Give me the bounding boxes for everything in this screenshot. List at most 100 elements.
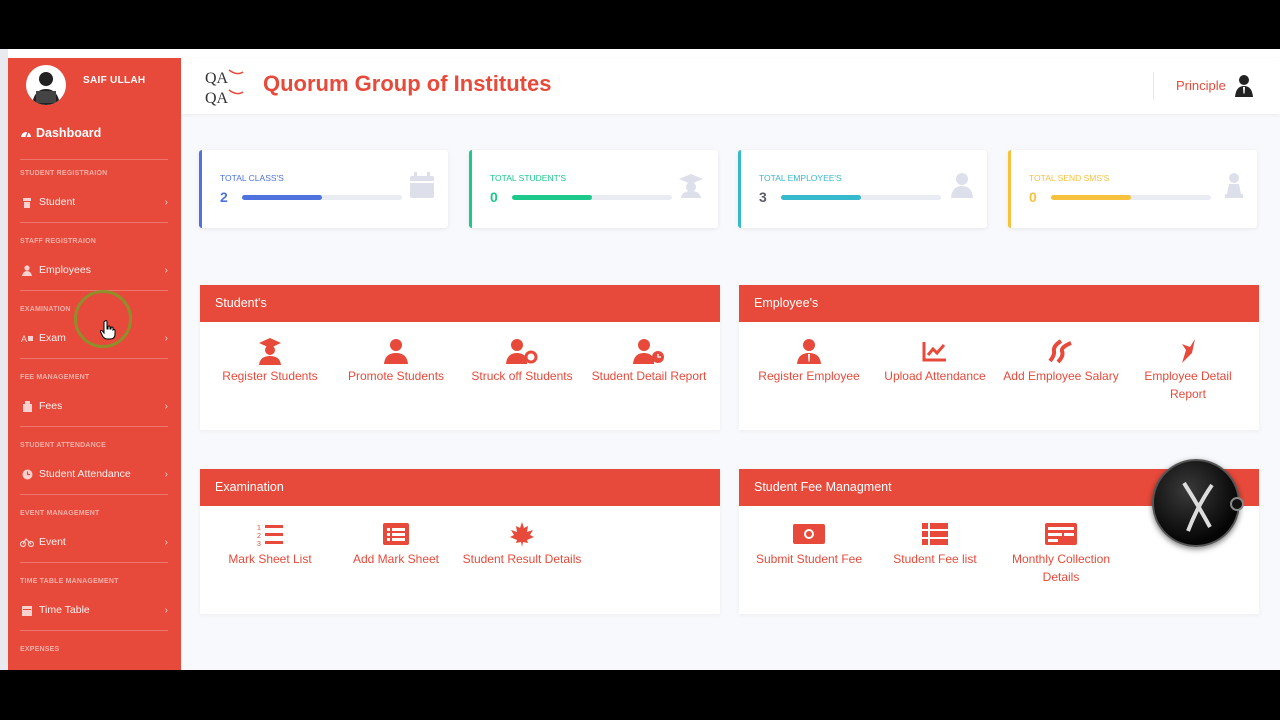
- add-mark-sheet-link[interactable]: Add Mark Sheet: [336, 520, 456, 568]
- sidebar-item-employees[interactable]: Employees ›: [20, 261, 168, 279]
- chevron-right-icon: ›: [164, 468, 168, 480]
- section-title-expenses: EXPENSES: [20, 646, 60, 653]
- sidebar-item-student-attendance[interactable]: Student Attendance ›: [20, 465, 168, 483]
- section-title-fee: FEE MANAGEMENT: [20, 374, 90, 381]
- knob-icon: [1230, 497, 1244, 511]
- struck-off-students-link[interactable]: Struck off Students: [462, 337, 582, 385]
- app-window: SAIF ULLAH Dashboard STUDENT REGISTRAION…: [0, 49, 1280, 670]
- stat-card-students[interactable]: TOTAL STUDENT'S 0: [469, 150, 718, 228]
- tile-label: Register Students: [222, 369, 318, 383]
- top-bar: [8, 49, 1280, 58]
- feather-icon: [1128, 337, 1248, 365]
- canadian-maple-leaf-icon: [462, 520, 582, 548]
- user-icon: [20, 264, 34, 276]
- divider: [20, 222, 168, 223]
- brand-title: Quorum Group of Institutes: [263, 71, 552, 96]
- chevron-right-icon: ›: [164, 604, 168, 616]
- stat-label: TOTAL SEND SMS'S: [1029, 173, 1110, 183]
- progress-bar: [512, 195, 672, 200]
- user-profile[interactable]: SAIF ULLAH: [8, 58, 181, 114]
- chess-pawn-icon: [1225, 172, 1243, 203]
- divider: [20, 358, 168, 359]
- upload-attendance-link[interactable]: Upload Attendance: [875, 337, 995, 385]
- student-result-details-link[interactable]: Student Result Details: [462, 520, 582, 568]
- money-bill-icon: [749, 520, 869, 548]
- students-panel: Student's Register Students Promote Stud…: [200, 285, 720, 430]
- hand-cursor-icon: [99, 320, 116, 345]
- sidebar-item-event[interactable]: Event ›: [20, 533, 168, 551]
- user-tie-icon: [951, 172, 973, 203]
- tile-label: Upload Attendance: [884, 369, 986, 383]
- user-role[interactable]: Principle: [1176, 78, 1226, 93]
- sidebar-item-fees[interactable]: Fees ›: [20, 397, 168, 415]
- user-tie-icon: [749, 337, 869, 365]
- tile-label: Add Mark Sheet: [352, 552, 440, 566]
- user-name: SAIF ULLAH: [83, 75, 146, 86]
- user-graduate-icon: [210, 337, 330, 365]
- user-clock-icon: [589, 337, 709, 365]
- chevron-right-icon: ›: [164, 264, 168, 276]
- submit-student-fee-link[interactable]: Submit Student Fee: [749, 520, 869, 568]
- stat-value: 2: [220, 189, 228, 205]
- stat-value: 0: [490, 189, 498, 205]
- brand-logo[interactable]: QA QA: [203, 66, 249, 108]
- tile-label: Mark Sheet List: [228, 552, 312, 566]
- tile-label: Register Employee: [758, 369, 860, 383]
- avatar: [26, 65, 66, 105]
- sidebar-item-label: Event: [39, 536, 66, 548]
- tile-label: Struck off Students: [471, 369, 573, 383]
- tile-label: Employee Detail Report: [1144, 369, 1232, 401]
- list-ol-icon: 123: [210, 520, 330, 548]
- sidebar-item-time-table[interactable]: Time Table ›: [20, 601, 168, 619]
- receipt-icon: [1001, 520, 1121, 548]
- stat-label: TOTAL CLASS'S: [220, 173, 284, 183]
- tile-label: Student Detail Report: [591, 369, 707, 383]
- stat-card-sms[interactable]: TOTAL SEND SMS'S 0: [1008, 150, 1257, 228]
- section-title-student: STUDENT REGISTRAION: [20, 170, 108, 177]
- student-fee-list-link[interactable]: Student Fee list: [875, 520, 995, 568]
- sidebar-item-label: Time Table: [39, 604, 90, 616]
- topbar: QA QA Quorum Group of Institutes Princip…: [181, 58, 1280, 114]
- clock-icon: [20, 468, 34, 480]
- monthly-collection-details-link[interactable]: Monthly Collection Details: [1001, 520, 1121, 586]
- examination-panel: Examination 123 Mark Sheet List Add Mark…: [200, 469, 720, 614]
- overlay-x-logo[interactable]: [1152, 459, 1244, 547]
- svg-text:QA: QA: [205, 90, 229, 107]
- sidebar-item-label: Student Attendance: [39, 468, 131, 480]
- divider: [20, 159, 168, 160]
- chevron-right-icon: ›: [164, 196, 168, 208]
- register-students-link[interactable]: Register Students: [210, 337, 330, 385]
- stat-label: TOTAL EMPLOYEE'S: [759, 173, 842, 183]
- sidebar-item-student[interactable]: Student ›: [20, 193, 168, 211]
- tile-label: Monthly Collection Details: [1011, 552, 1111, 584]
- exam-icon: A: [20, 332, 34, 344]
- stat-label: TOTAL STUDENT'S: [490, 173, 567, 183]
- student-detail-report-link[interactable]: Student Detail Report: [589, 337, 709, 385]
- chart-line-icon: [875, 337, 995, 365]
- progress-bar: [242, 195, 402, 200]
- section-title-attendance: STUDENT ATTENDANCE: [20, 442, 107, 449]
- promote-students-link[interactable]: Promote Students: [336, 337, 456, 385]
- sidebar-item-label: Fees: [39, 400, 63, 412]
- bicycle-icon: [20, 536, 34, 548]
- register-employee-link[interactable]: Register Employee: [749, 337, 869, 385]
- add-employee-salary-link[interactable]: Add Employee Salary: [1001, 337, 1121, 385]
- student-icon: [20, 196, 34, 208]
- stat-card-employees[interactable]: TOTAL EMPLOYEE'S 3: [738, 150, 987, 228]
- sidebar-item-dashboard[interactable]: Dashboard: [20, 126, 101, 140]
- employee-detail-report-link[interactable]: Employee Detail Report: [1128, 337, 1248, 403]
- stat-value: 3: [759, 189, 767, 205]
- user-tie-icon[interactable]: [1234, 73, 1254, 102]
- tile-label: Student Result Details: [462, 552, 582, 566]
- progress-bar: [781, 195, 941, 200]
- employees-panel: Employee's Register Employee Upload Atte…: [739, 285, 1259, 430]
- panel-title: Examination: [200, 469, 720, 506]
- window-edge: [0, 49, 8, 670]
- stat-card-classes[interactable]: TOTAL CLASS'S 2: [199, 150, 448, 228]
- tile-label: Add Employee Salary: [1003, 369, 1119, 383]
- section-title-examination: EXAMINATION: [20, 306, 71, 313]
- tile-label: Student Fee list: [893, 552, 977, 566]
- mark-sheet-list-link[interactable]: 123 Mark Sheet List: [210, 520, 330, 568]
- divider: [20, 494, 168, 495]
- sidebar-item-label: Student: [39, 196, 76, 208]
